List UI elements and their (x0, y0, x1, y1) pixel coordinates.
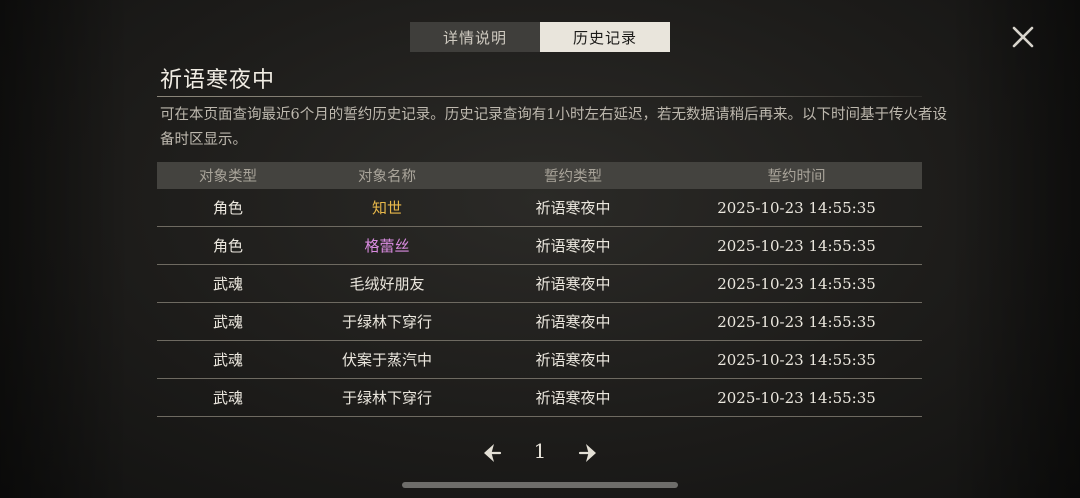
page-title: 祈语寒夜中 (160, 68, 276, 93)
cell-object-name: 于绿林下穿行 (341, 313, 432, 331)
cell-oath-time: 2025-10-23 14:55:35 (717, 350, 876, 369)
next-page-button[interactable] (576, 441, 600, 465)
cell-object-type: 武魂 (212, 275, 243, 293)
cell-oath-time: 2025-10-23 14:55:35 (717, 388, 876, 407)
cell-object-name: 于绿林下穿行 (341, 389, 432, 407)
cell-object-name: 格蕾丝 (364, 237, 410, 255)
current-page-number: 1 (533, 439, 547, 463)
history-table: 对象类型 对象名称 誓约类型 誓约时间 角色 知世 祈语寒夜中 2025-10-… (157, 162, 922, 417)
cell-object-name: 毛绒好朋友 (349, 275, 425, 293)
cell-oath-time: 2025-10-23 14:55:35 (717, 198, 876, 217)
cell-object-name: 知世 (371, 199, 402, 217)
cell-oath-type: 祈语寒夜中 (535, 199, 611, 217)
header-oath-time: 誓约时间 (767, 169, 826, 185)
table-header: 对象类型 对象名称 誓约类型 誓约时间 (157, 162, 922, 189)
cell-oath-time: 2025-10-23 14:55:35 (717, 236, 876, 255)
table-row: 角色 格蕾丝 祈语寒夜中 2025-10-23 14:55:35 (157, 227, 922, 265)
cell-oath-type: 祈语寒夜中 (535, 313, 611, 331)
table-row: 武魂 伏案于蒸汽中 祈语寒夜中 2025-10-23 14:55:35 (157, 341, 922, 379)
header-object-name: 对象名称 (358, 169, 416, 185)
tab-details[interactable]: 详情说明 (410, 22, 540, 52)
cell-object-type: 武魂 (212, 389, 243, 407)
table-row: 角色 知世 祈语寒夜中 2025-10-23 14:55:35 (157, 189, 922, 227)
pagination: 1 (480, 437, 600, 469)
cell-oath-time: 2025-10-23 14:55:35 (717, 274, 876, 293)
tab-history[interactable]: 历史记录 (540, 22, 670, 52)
table-row: 武魂 毛绒好朋友 祈语寒夜中 2025-10-23 14:55:35 (157, 265, 922, 303)
cell-object-type: 角色 (212, 199, 243, 217)
header-object-type: 对象类型 (199, 169, 257, 185)
title-divider (157, 96, 922, 97)
cell-oath-type: 祈语寒夜中 (535, 237, 611, 255)
cell-object-type: 角色 (212, 237, 243, 255)
cell-oath-time: 2025-10-23 14:55:35 (717, 312, 876, 331)
home-indicator-bar[interactable] (402, 482, 678, 488)
cell-oath-type: 祈语寒夜中 (535, 351, 611, 369)
arrow-right-icon (578, 444, 596, 462)
prev-page-button[interactable] (480, 441, 504, 465)
table-row: 武魂 于绿林下穿行 祈语寒夜中 2025-10-23 14:55:35 (157, 303, 922, 341)
description-text: 可在本页面查询最近6个月的誓约历史记录。历史记录查询有1小时左右延迟，若无数据请… (160, 107, 947, 148)
cell-oath-type: 祈语寒夜中 (535, 389, 611, 407)
header-oath-type: 誓约类型 (544, 169, 602, 185)
close-icon (1012, 26, 1034, 48)
table-row: 武魂 于绿林下穿行 祈语寒夜中 2025-10-23 14:55:35 (157, 379, 922, 417)
cell-oath-type: 祈语寒夜中 (535, 275, 611, 293)
arrow-left-icon (484, 444, 502, 462)
close-button[interactable] (1008, 22, 1038, 52)
cell-object-name: 伏案于蒸汽中 (341, 351, 432, 369)
cell-object-type: 武魂 (212, 313, 243, 331)
tab-bar: 详情说明 历史记录 (410, 22, 670, 52)
cell-object-type: 武魂 (212, 351, 243, 369)
